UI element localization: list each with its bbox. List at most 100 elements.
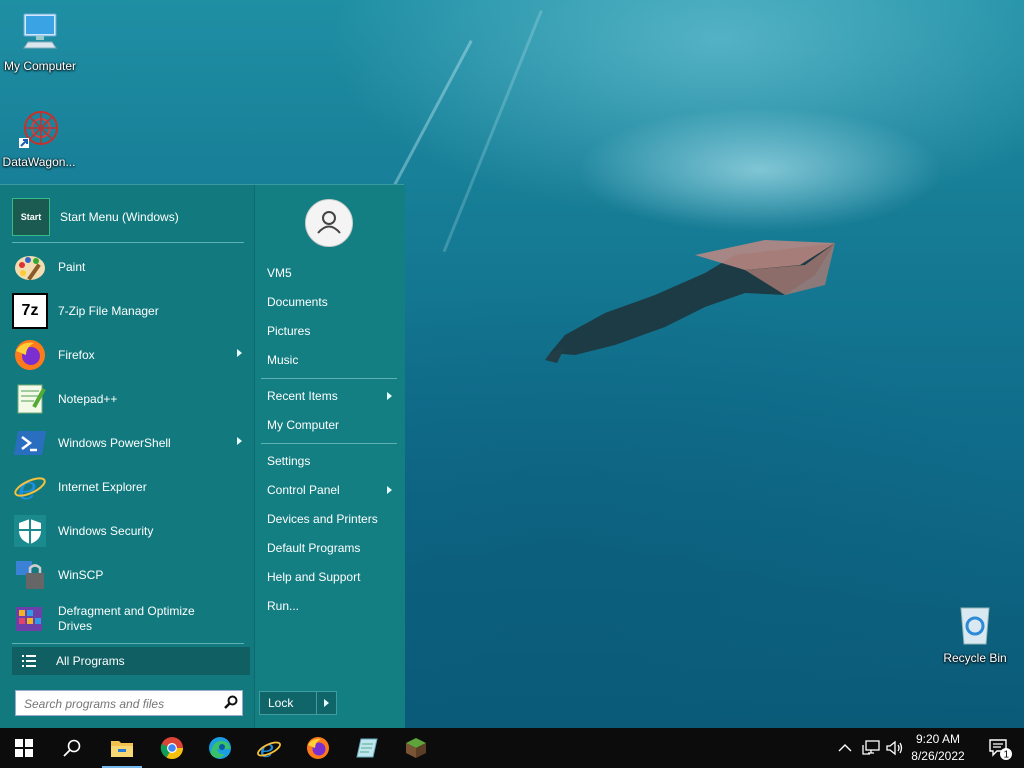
pinned-windows-security[interactable]: Windows Security <box>12 511 252 551</box>
lock-split-divider <box>316 692 317 714</box>
pinned-label: Windows Security <box>58 523 154 538</box>
light-ray <box>442 10 543 253</box>
7zip-icon: 7z <box>12 293 48 329</box>
pinned-label: Firefox <box>58 347 95 362</box>
right-item-my-computer[interactable]: My Computer <box>267 418 339 432</box>
action-center-button[interactable]: 1 <box>976 728 1024 768</box>
desktop-icon-recycle-bin[interactable]: Recycle Bin <box>935 602 1015 665</box>
right-item-label: Recent Items <box>267 389 338 403</box>
right-item-music[interactable]: Music <box>267 353 298 367</box>
submenu-arrow-icon <box>237 349 242 357</box>
right-item-settings[interactable]: Settings <box>267 454 310 468</box>
desktop-icon-my-computer[interactable]: My Computer <box>0 10 80 73</box>
taskbar: e 9:20 AM 8/26/2022 1 <box>0 728 1024 768</box>
divider <box>12 643 244 644</box>
submenu-arrow-icon <box>387 392 392 400</box>
desktop-icon-datawagon[interactable]: DataWagon... <box>0 106 79 169</box>
right-item-devices-printers[interactable]: Devices and Printers <box>267 512 378 526</box>
firefox-icon <box>15 340 45 370</box>
recycle-bin-icon <box>960 607 990 645</box>
lock-options-arrow-icon[interactable] <box>324 699 329 707</box>
taskbar-search-button[interactable] <box>48 728 96 768</box>
clock[interactable]: 9:20 AM 8/26/2022 <box>900 731 976 765</box>
start-icon <box>15 739 33 757</box>
right-item-control-panel[interactable]: Control Panel <box>267 483 397 497</box>
taskbar-internet-explorer[interactable]: e <box>245 728 293 768</box>
divider <box>261 378 397 379</box>
list-icon <box>22 655 36 667</box>
start-menu-icon: Start <box>12 198 50 236</box>
notification-icon: 1 <box>989 739 1012 761</box>
internet-explorer-icon: e <box>257 735 281 761</box>
pinned-label: Notepad++ <box>58 391 118 406</box>
pinned-7zip[interactable]: 7z 7-Zip File Manager <box>12 291 252 331</box>
all-programs-button[interactable]: All Programs <box>12 647 250 675</box>
datawagon-icon <box>19 111 58 148</box>
lock-button[interactable]: Lock <box>259 691 337 715</box>
network-icon[interactable] <box>862 740 880 756</box>
right-item-run[interactable]: Run... <box>267 599 299 613</box>
right-item-documents[interactable]: Documents <box>267 295 328 309</box>
svg-text:e: e <box>18 469 37 505</box>
search-input[interactable] <box>22 693 216 715</box>
internet-explorer-icon: e <box>14 469 46 505</box>
monitor-icon <box>23 13 57 49</box>
clock-time: 9:20 AM <box>915 732 961 746</box>
pinned-label: Defragment and Optimize Drives <box>58 604 195 634</box>
start-menu-left-pane: Start Start Menu (Windows) Paint 7z 7-Zi… <box>0 185 254 729</box>
right-item-label: Control Panel <box>267 483 340 497</box>
pinned-label: Paint <box>58 259 86 274</box>
paint-icon <box>15 256 45 281</box>
pinned-powershell[interactable]: Windows PowerShell <box>12 423 252 463</box>
pinned-label-line1: Defragment and Optimize <box>58 604 195 618</box>
taskbar-firefox[interactable] <box>294 728 342 768</box>
search-icon <box>63 739 81 757</box>
defrag-icon <box>16 607 42 631</box>
right-item-pictures[interactable]: Pictures <box>267 324 310 338</box>
taskbar-minecraft[interactable] <box>392 728 440 768</box>
powershell-icon <box>14 431 46 455</box>
pinned-label-line2: Drives <box>58 619 93 633</box>
avatar[interactable] <box>305 199 353 247</box>
pinned-start-menu-windows[interactable]: Start Start Menu (Windows) <box>12 197 252 237</box>
taskbar-edge[interactable] <box>196 728 244 768</box>
start-icon-text: Start <box>20 212 42 222</box>
pinned-firefox[interactable]: Firefox <box>12 335 252 375</box>
chrome-icon <box>160 737 183 759</box>
right-item-default-programs[interactable]: Default Programs <box>267 541 360 555</box>
search-box[interactable] <box>15 690 243 716</box>
taskbar-notepad[interactable] <box>343 728 391 768</box>
taskbar-file-explorer[interactable] <box>98 728 146 768</box>
7zip-icon-text: 7z <box>21 302 39 319</box>
pinned-defragment[interactable]: Defragment and Optimize Drives <box>12 599 252 639</box>
user-icon <box>317 211 341 234</box>
clock-date: 8/26/2022 <box>911 749 965 763</box>
right-item-help-support[interactable]: Help and Support <box>267 570 360 584</box>
pinned-notepadpp[interactable]: Notepad++ <box>12 379 252 419</box>
search-icon[interactable] <box>224 695 238 709</box>
divider <box>261 443 397 444</box>
pinned-label: Windows PowerShell <box>58 435 171 450</box>
pinned-paint[interactable]: Paint <box>12 247 252 287</box>
start-button[interactable] <box>0 728 48 768</box>
pinned-label: Start Menu (Windows) <box>60 209 179 224</box>
desktop-icon-label: Recycle Bin <box>943 651 1007 665</box>
pinned-label: 7-Zip File Manager <box>58 303 159 318</box>
divider <box>12 242 244 243</box>
submenu-arrow-icon <box>237 437 242 445</box>
winscp-icon <box>16 561 44 589</box>
diver-figure <box>545 240 835 363</box>
desktop-icon-label: DataWagon... <box>2 155 76 169</box>
taskbar-chrome[interactable] <box>148 728 196 768</box>
notepad-icon <box>356 738 378 758</box>
notification-count: 1 <box>1004 750 1010 761</box>
notepadpp-icon <box>17 384 46 414</box>
desktop-icon-label: My Computer <box>3 59 77 73</box>
pinned-label: Internet Explorer <box>58 479 147 494</box>
pinned-winscp[interactable]: WinSCP <box>12 555 252 595</box>
right-item-user[interactable]: VM5 <box>267 266 292 280</box>
chevron-up-icon[interactable] <box>838 743 852 753</box>
right-item-recent-items[interactable]: Recent Items <box>267 389 397 403</box>
pinned-internet-explorer[interactable]: e Internet Explorer <box>12 467 252 507</box>
start-menu: Start Start Menu (Windows) Paint 7z 7-Zi… <box>0 184 405 729</box>
